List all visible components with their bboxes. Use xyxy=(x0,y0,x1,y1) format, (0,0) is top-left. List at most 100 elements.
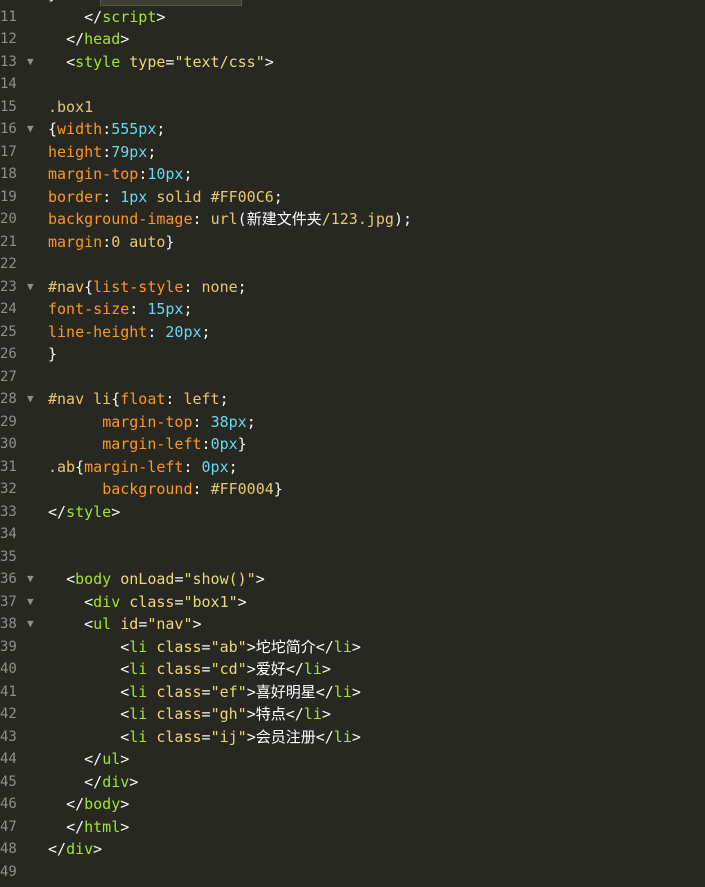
code-line[interactable]: 36 ▼ <body onLoad="show()"> xyxy=(0,568,705,591)
line-number: 37 xyxy=(0,593,17,610)
fold-arrow-icon[interactable]: ▼ xyxy=(27,613,41,636)
code-token: class xyxy=(147,682,202,701)
code-line[interactable]: 12 </head> xyxy=(0,28,705,51)
code-text[interactable]: <div class="box1"> xyxy=(48,591,247,614)
code-text[interactable]: margin:0 auto} xyxy=(48,231,174,254)
code-line[interactable]: 45 </div> xyxy=(0,771,705,794)
code-line[interactable]: 17 height:79px; xyxy=(0,141,705,164)
code-line[interactable]: 14 xyxy=(0,73,705,96)
code-editor[interactable]: 10}11 </script>12 </head>13▼ <style type… xyxy=(0,0,705,887)
code-line[interactable]: 31 .ab{margin-left: 0px; xyxy=(0,456,705,479)
code-text[interactable]: #nav li{float: left; xyxy=(48,388,229,411)
code-text[interactable]: line-height: 20px; xyxy=(48,321,211,344)
code-line[interactable]: 24 font-size: 15px; xyxy=(0,298,705,321)
code-text[interactable]: margin-left:0px} xyxy=(48,433,247,456)
code-line[interactable]: 40 <li class="cd">爱好</li> xyxy=(0,658,705,681)
code-line[interactable]: 32 background: #FF0004} xyxy=(0,478,705,501)
code-line[interactable]: 39 <li class="ab">坨坨简介</li> xyxy=(0,636,705,659)
code-line[interactable]: 15 .box1 xyxy=(0,96,705,119)
code-text[interactable]: <body onLoad="show()"> xyxy=(48,568,265,591)
code-line[interactable]: 22 xyxy=(0,253,705,276)
line-number: 42 xyxy=(0,706,17,722)
code-text[interactable]: border: 1px solid #FF00C6; xyxy=(48,186,283,209)
code-line[interactable]: 38 ▼ <ul id="nav"> xyxy=(0,613,705,636)
fold-arrow-icon[interactable]: ▼ xyxy=(27,388,41,411)
code-line[interactable]: 20 background-image: url(新建文件夹/123.jpg); xyxy=(0,208,705,231)
code-line[interactable]: 13 ▼ <style type="text/css"> xyxy=(0,51,705,74)
code-text[interactable]: </ul> xyxy=(48,748,129,771)
code-token: = xyxy=(201,682,211,701)
code-token: > xyxy=(264,52,274,71)
code-line[interactable]: 43 <li class="ij">会员注册</li> xyxy=(0,726,705,749)
code-text[interactable]: font-size: 15px; xyxy=(48,298,193,321)
code-token: "ij" xyxy=(210,727,247,746)
code-text[interactable]: #nav{list-style: none; xyxy=(48,276,247,299)
code-line[interactable]: 26} xyxy=(0,343,705,366)
code-line[interactable]: 11 </script> xyxy=(0,6,705,29)
code-token: class xyxy=(147,705,202,723)
code-text[interactable]: background: #FF0004} xyxy=(48,478,283,501)
code-line[interactable]: 28 ▼ #nav li{float: left; xyxy=(0,388,705,411)
code-text[interactable]: <li class="gh">特点</li> xyxy=(48,703,331,726)
code-line[interactable]: 25 line-height: 20px; xyxy=(0,321,705,344)
code-line[interactable]: 48 </div> xyxy=(0,838,705,861)
code-line[interactable]: 46 </body> xyxy=(0,793,705,816)
code-line[interactable]: 34 xyxy=(0,523,705,546)
code-token: body xyxy=(84,795,121,813)
code-line[interactable]: 33 </style> xyxy=(0,501,705,524)
code-text[interactable]: </div> xyxy=(48,771,138,794)
code-line[interactable]: 49 xyxy=(0,861,705,884)
code-text[interactable]: <li class="ij">会员注册</li> xyxy=(48,726,361,749)
code-line[interactable]: 21 margin:0 auto} xyxy=(0,231,705,254)
line-number: 32 xyxy=(0,481,17,497)
code-text[interactable]: </script> xyxy=(48,6,165,29)
code-token: ul xyxy=(102,750,121,768)
fold-arrow-icon[interactable]: ▼ xyxy=(27,276,41,299)
code-line[interactable]: 37 ▼ <div class="box1"> xyxy=(0,591,705,614)
code-text[interactable]: <li class="ef">喜好明星</li> xyxy=(48,681,361,704)
code-text[interactable]: </div> xyxy=(48,838,102,861)
code-text[interactable]: height:79px; xyxy=(48,141,156,164)
code-token: > xyxy=(351,682,361,701)
code-text[interactable]: {width:555px; xyxy=(48,118,165,141)
code-token: li xyxy=(129,660,148,678)
code-line[interactable]: 35 xyxy=(0,546,705,569)
code-text[interactable]: <style type="text/css"> xyxy=(48,51,274,74)
code-line[interactable]: 23 ▼ #nav{list-style: none; xyxy=(0,276,705,299)
code-text[interactable]: </head> xyxy=(48,28,129,51)
code-text[interactable]: background-image: url(新建文件夹/123.jpg); xyxy=(48,208,412,231)
code-text[interactable]: </style> xyxy=(48,501,120,524)
code-line[interactable]: 27 xyxy=(0,366,705,389)
code-text[interactable]: .box1 xyxy=(48,96,93,119)
code-text[interactable]: } xyxy=(48,343,57,366)
code-line[interactable]: 18 margin-top:10px; xyxy=(0,163,705,186)
code-text[interactable]: margin-top: 38px; xyxy=(48,411,256,434)
code-token: : xyxy=(129,300,148,318)
code-lines[interactable]: 10}11 </script>12 </head>13▼ <style type… xyxy=(0,0,705,883)
code-text[interactable]: <li class="ab">坨坨简介</li> xyxy=(48,636,361,659)
code-line[interactable]: 41 <li class="ef">喜好明星</li> xyxy=(0,681,705,704)
code-line[interactable]: 16 ▼ {width:555px; xyxy=(0,118,705,141)
code-text[interactable]: margin-top:10px; xyxy=(48,163,193,186)
fold-arrow-icon[interactable]: ▼ xyxy=(27,568,41,591)
fold-arrow-icon[interactable]: ▼ xyxy=(27,51,41,74)
code-token: > xyxy=(120,817,130,836)
code-line[interactable]: 44 </ul> xyxy=(0,748,705,771)
code-line[interactable]: 30 margin-left:0px} xyxy=(0,433,705,456)
code-line[interactable]: 42 <li class="gh">特点</li> xyxy=(0,703,705,726)
code-line[interactable]: 47 </html> xyxy=(0,816,705,839)
code-token: : xyxy=(201,435,211,453)
code-token: #FF00C6 xyxy=(210,187,274,206)
code-text[interactable]: <ul id="nav"> xyxy=(48,613,201,636)
code-line[interactable]: 29 margin-top: 38px; xyxy=(0,411,705,434)
code-line[interactable]: 19 border: 1px solid #FF00C6; xyxy=(0,186,705,209)
fold-arrow-icon[interactable]: ▼ xyxy=(27,591,41,614)
code-text[interactable]: .ab{margin-left: 0px; xyxy=(48,456,238,479)
code-text[interactable]: </html> xyxy=(48,816,129,839)
code-text[interactable]: </body> xyxy=(48,793,129,816)
code-text[interactable]: <li class="cd">爱好</li> xyxy=(48,658,331,681)
fold-arrow-icon[interactable]: ▼ xyxy=(27,118,41,141)
